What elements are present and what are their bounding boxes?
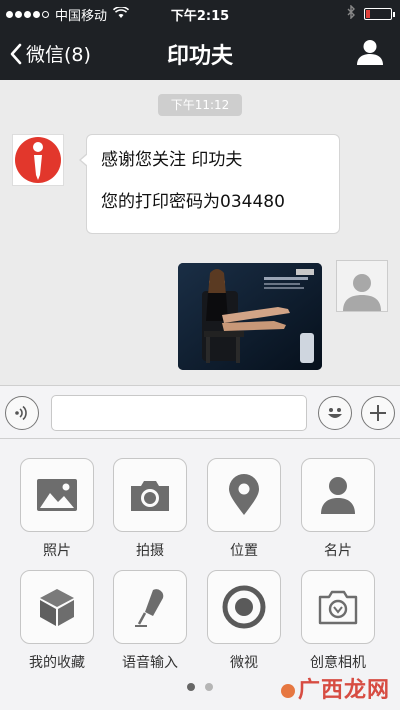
tool-camera-box[interactable] (113, 458, 187, 532)
back-label: 微信(8) (26, 44, 91, 66)
cloud-icon (280, 684, 295, 698)
tool-voice-input-box[interactable] (113, 570, 187, 644)
tool-photo[interactable]: 照片 (20, 458, 94, 560)
tool-label: 位置 (230, 543, 258, 559)
tool-location-box[interactable] (207, 458, 281, 532)
tool-contact-card-box[interactable] (301, 458, 375, 532)
outgoing-photo-message[interactable] (178, 263, 322, 370)
incoming-message-bubble[interactable]: 感谢您关注 印功夫 您的打印密码为034480 (79, 134, 340, 234)
tool-creative-camera-box[interactable] (301, 570, 375, 644)
video-circle-icon (222, 585, 266, 629)
status-right (347, 4, 395, 23)
status-bar: 中国移动 下午2:15 (0, 0, 400, 26)
bluetooth-icon (347, 4, 356, 23)
person-icon (357, 40, 383, 65)
input-bar (0, 385, 400, 439)
nav-bar: 微信(8) 印功夫 (0, 26, 400, 80)
emoji-icon (328, 408, 342, 418)
profile-button[interactable] (356, 38, 384, 70)
tool-label: 照片 (43, 543, 71, 559)
back-button[interactable]: 微信(8) (10, 40, 91, 67)
page-dot[interactable] (205, 683, 213, 691)
message-input[interactable] (51, 395, 307, 431)
tool-label: 微视 (230, 655, 258, 671)
user-avatar[interactable] (336, 260, 388, 312)
tool-voice-input[interactable]: 语音输入 (113, 570, 187, 672)
location-pin-icon (229, 474, 259, 515)
tool-label: 我的收藏 (29, 655, 85, 671)
microphone-icon (135, 589, 164, 627)
tool-favorites[interactable]: 我的收藏 (20, 570, 94, 672)
tool-photo-box[interactable] (20, 458, 94, 532)
voice-icon (15, 405, 27, 421)
message-line: 您的打印密码为034480 (101, 192, 285, 212)
tool-location[interactable]: 位置 (207, 458, 281, 560)
tool-label: 名片 (324, 543, 352, 559)
cube-icon (40, 589, 74, 626)
tool-favorites-box[interactable] (20, 570, 94, 644)
tool-creative-camera[interactable]: 创意相机 (301, 570, 375, 672)
person-icon (343, 274, 381, 311)
contact-card-icon (321, 477, 355, 514)
official-account-avatar[interactable] (12, 134, 64, 186)
message-line: 感谢您关注 印功夫 (101, 150, 243, 170)
battery-icon (364, 8, 395, 20)
page-dot[interactable] (187, 683, 195, 691)
camera-icon (131, 481, 169, 511)
watermark-text: 广西龙网 (297, 678, 390, 703)
watermark-logo: 广西龙网 (280, 672, 390, 704)
voice-toggle-button[interactable] (5, 396, 39, 430)
status-time: 下午2:15 (170, 9, 230, 24)
brand-logo-icon (15, 137, 61, 183)
message-timestamp: 下午11:12 (158, 94, 242, 116)
creative-camera-icon (318, 590, 358, 625)
chat-area[interactable]: 下午11:12 感谢您关注 印功夫 您的打印密码为034480 (0, 80, 400, 385)
more-options-button[interactable] (361, 396, 395, 430)
tool-weishi[interactable]: 微视 (207, 570, 281, 672)
tool-label: 创意相机 (310, 655, 366, 671)
photo-thumbnail (178, 263, 322, 370)
plus-icon (370, 405, 386, 421)
tool-weishi-box[interactable] (207, 570, 281, 644)
extras-panel: 照片 拍摄 位置 名片 我的收藏 语音输入 微视 创意相机 广西龙网 (0, 439, 400, 710)
emoji-button[interactable] (318, 396, 352, 430)
chevron-left-icon (10, 43, 22, 64)
tool-label: 语音输入 (122, 655, 178, 671)
tool-contact-card[interactable]: 名片 (301, 458, 375, 560)
tool-camera[interactable]: 拍摄 (113, 458, 187, 560)
image-icon (37, 479, 77, 511)
tool-label: 拍摄 (136, 543, 164, 559)
